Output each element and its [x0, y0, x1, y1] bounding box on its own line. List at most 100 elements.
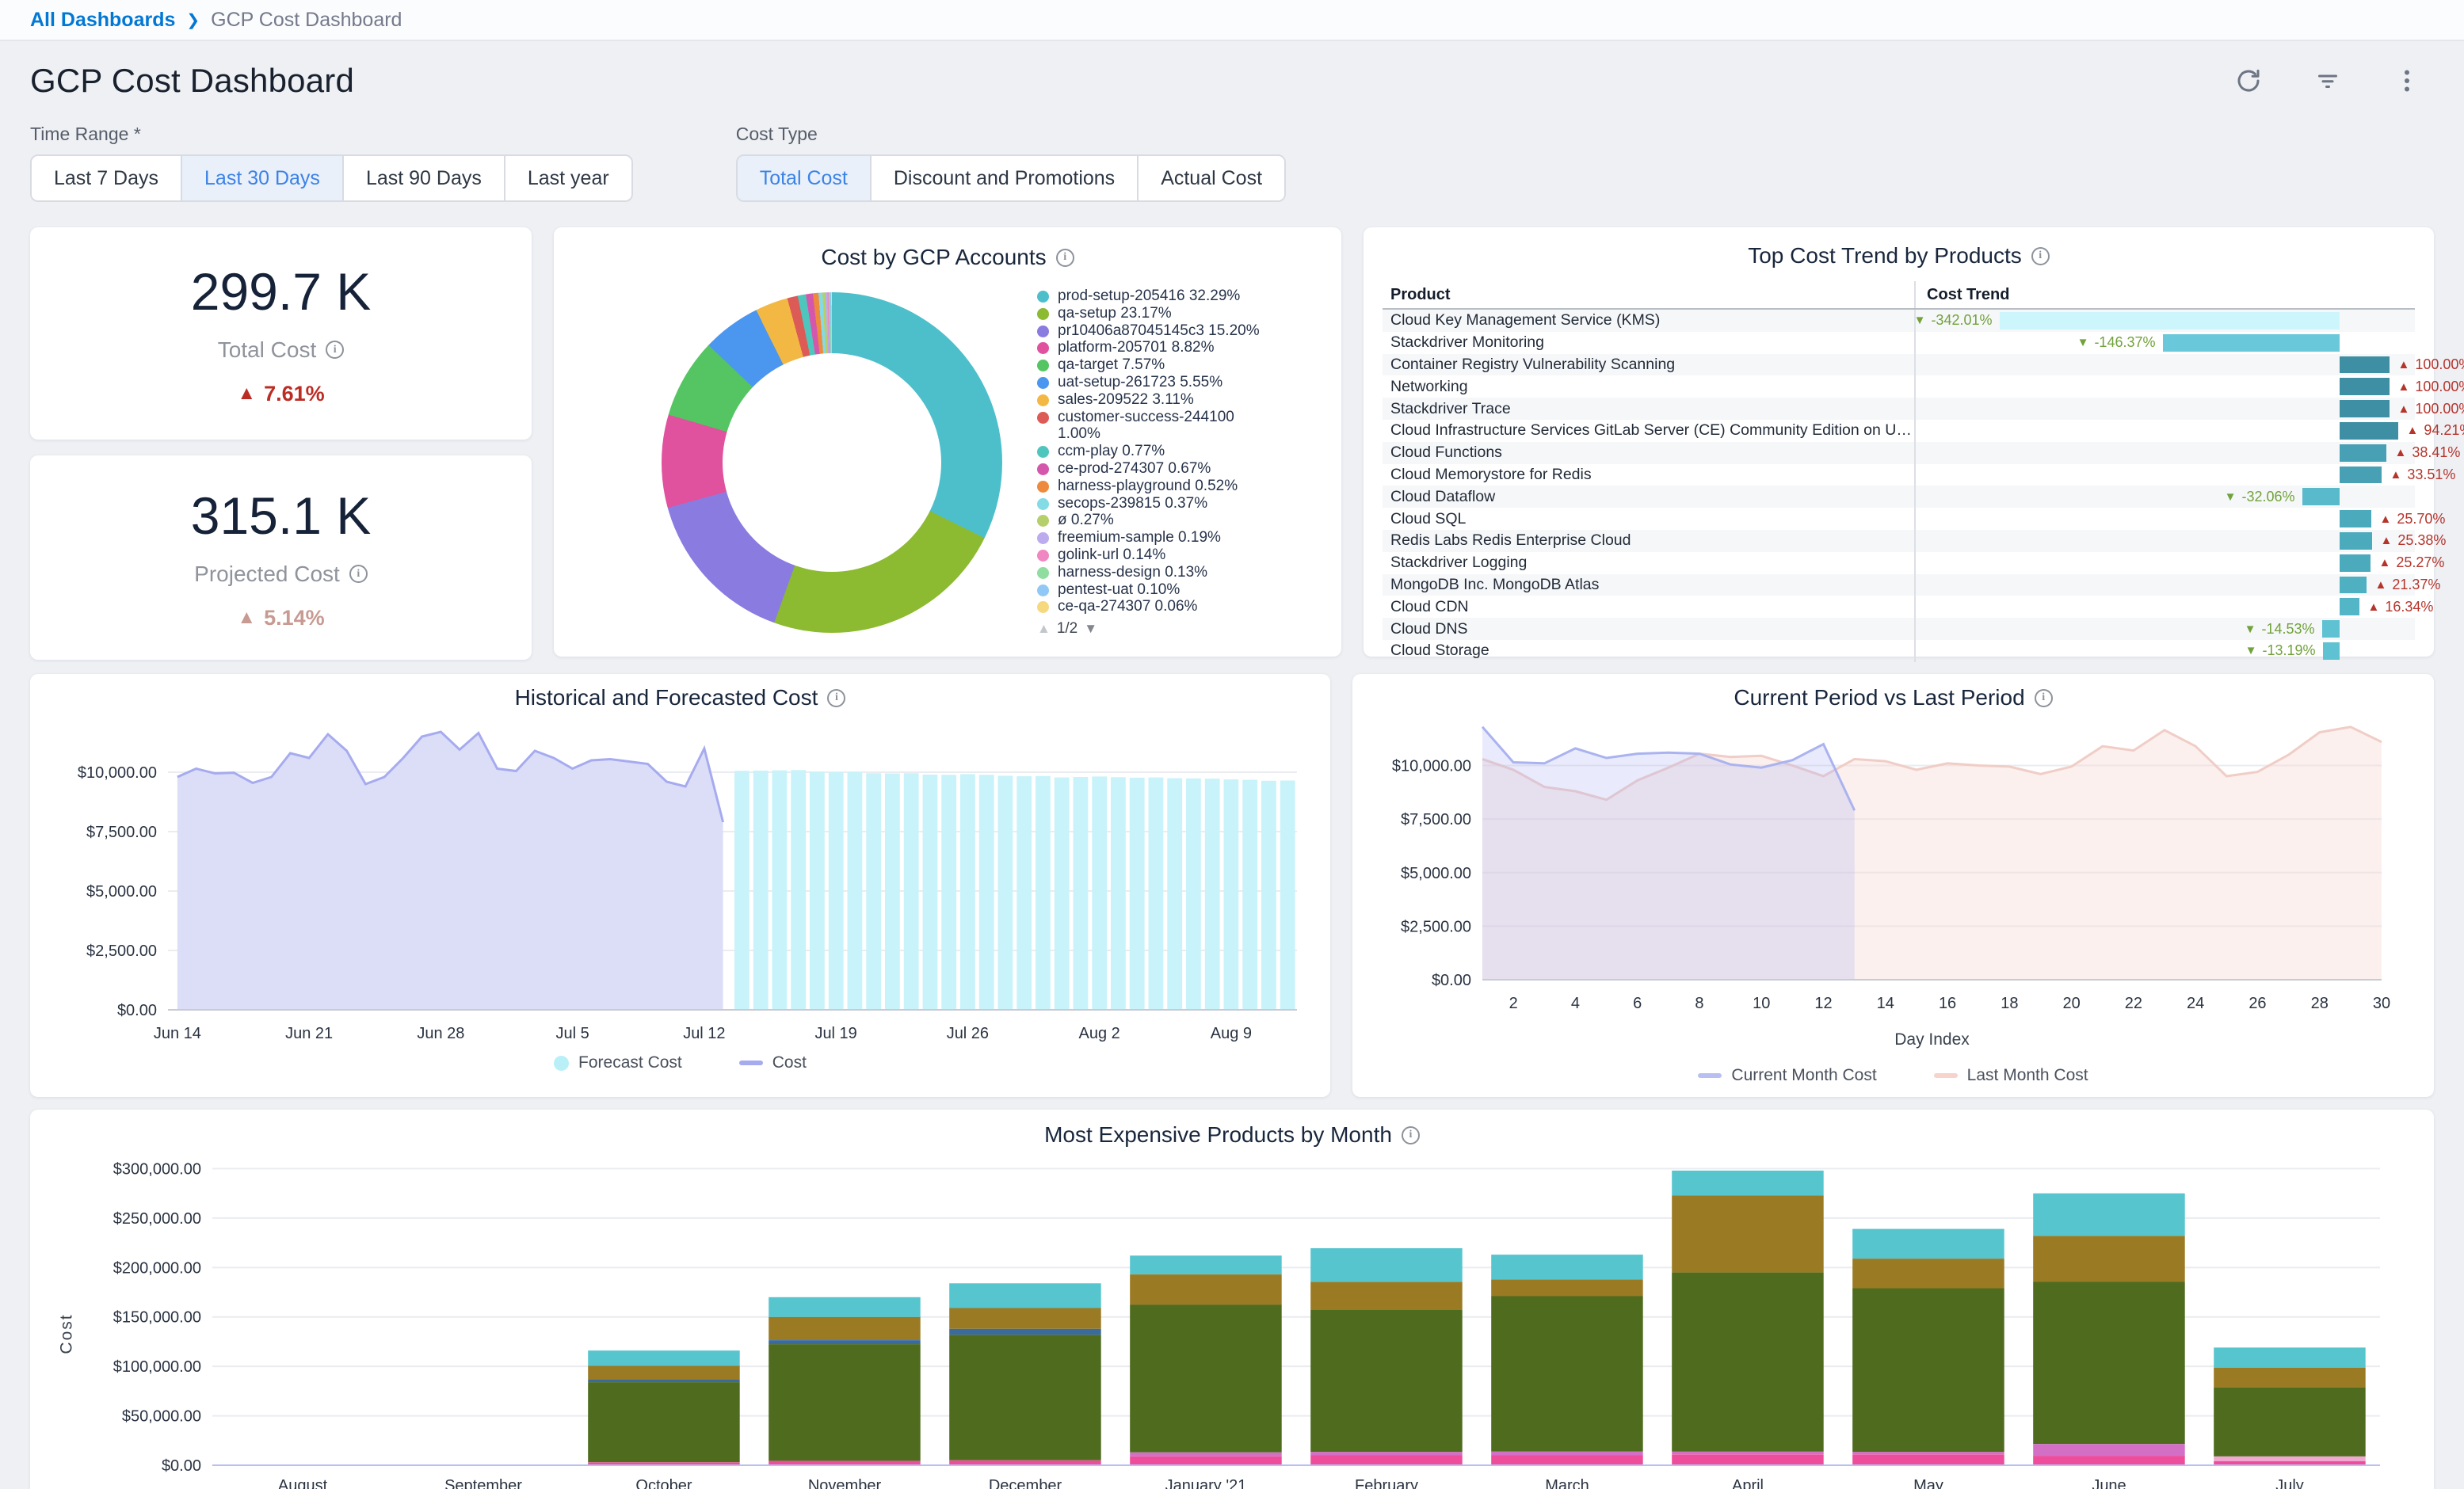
- product-cell[interactable]: Stackdriver Monitoring: [1383, 333, 1914, 352]
- legend-dot-icon: [1037, 567, 1049, 579]
- breadcrumb-all-dashboards-link[interactable]: All Dashboards: [30, 9, 175, 32]
- projected-cost-trend: ▲5.14%: [237, 606, 324, 630]
- time-range-option-last-7-days[interactable]: Last 7 Days: [32, 156, 181, 200]
- legend-item[interactable]: platform-205701 8.82%: [1037, 339, 1283, 356]
- legend-label: ø 0.27%: [1058, 512, 1261, 529]
- table-row: Cloud Memorystore for Redis▲33.51%: [1383, 464, 2415, 486]
- cost-trend-cell: ▲25.27%: [1914, 552, 2415, 574]
- legend-item[interactable]: ccm-play 0.77%: [1037, 443, 1283, 460]
- svg-text:$0.00: $0.00: [1432, 972, 1471, 989]
- legend-item[interactable]: qa-setup 23.17%: [1037, 305, 1283, 322]
- legend-item[interactable]: sales-209522 3.11%: [1037, 391, 1283, 409]
- product-cell[interactable]: Redis Labs Redis Enterprise Cloud: [1383, 531, 1914, 550]
- legend-item[interactable]: pr10406a87045145c3 15.20%: [1037, 322, 1283, 340]
- cost-type-option-actual-cost[interactable]: Actual Cost: [1137, 156, 1284, 200]
- svg-text:24: 24: [2187, 995, 2204, 1012]
- total-cost-trend: ▲7.61%: [237, 382, 324, 406]
- svg-text:May: May: [1913, 1477, 1943, 1489]
- refresh-icon[interactable]: [2234, 67, 2263, 95]
- legend-item[interactable]: ce-qa-274307 0.06%: [1037, 598, 1283, 615]
- product-cell[interactable]: MongoDB Inc. MongoDB Atlas: [1383, 576, 1914, 594]
- trend-bar: [2340, 532, 2372, 550]
- legend-item[interactable]: pentest-uat 0.10%: [1037, 581, 1283, 599]
- legend-page-down-icon[interactable]: [1084, 620, 1097, 638]
- trend-bar: [2163, 334, 2340, 352]
- legend-dot-icon: [1037, 394, 1049, 406]
- cost-trend-cell: ▼-146.37%: [1914, 332, 2415, 354]
- info-icon[interactable]: [326, 341, 344, 359]
- svg-text:6: 6: [1633, 995, 1642, 1012]
- svg-text:Jun 28: Jun 28: [417, 1025, 464, 1042]
- product-cell[interactable]: Container Registry Vulnerability Scannin…: [1383, 356, 1914, 374]
- time-range-option-last-year[interactable]: Last year: [504, 156, 631, 200]
- svg-text:$10,000.00: $10,000.00: [78, 764, 157, 782]
- legend-item[interactable]: ø 0.27%: [1037, 512, 1283, 529]
- product-cell[interactable]: Cloud SQL: [1383, 510, 1914, 528]
- product-cell[interactable]: Cloud Memorystore for Redis: [1383, 466, 1914, 484]
- donut-card-title: Cost by GCP Accounts: [821, 245, 1046, 270]
- cost-trend-cell: ▲25.70%: [1914, 508, 2415, 530]
- legend-item-forecast-cost[interactable]: Forecast Cost: [554, 1053, 682, 1072]
- table-row: Container Registry Vulnerability Scannin…: [1383, 354, 2415, 376]
- legend-item[interactable]: uat-setup-261723 5.55%: [1037, 374, 1283, 391]
- legend-page-up-icon[interactable]: [1037, 620, 1051, 638]
- historical-title: Historical and Forecasted Cost: [515, 685, 818, 710]
- legend-item[interactable]: harness-design 0.13%: [1037, 564, 1283, 581]
- legend-item[interactable]: ce-prod-274307 0.67%: [1037, 460, 1283, 478]
- donut-legend: prod-setup-205416 32.29%qa-setup 23.17%p…: [1037, 288, 1283, 638]
- time-range-option-last-30-days[interactable]: Last 30 Days: [181, 156, 342, 200]
- info-icon[interactable]: [2031, 247, 2050, 265]
- table-row: Cloud Functions▲38.41%: [1383, 442, 2415, 464]
- filter-icon[interactable]: [2313, 67, 2342, 95]
- info-icon[interactable]: [1402, 1126, 1420, 1144]
- legend-label: platform-205701 8.82%: [1058, 339, 1261, 356]
- legend-item[interactable]: qa-target 7.57%: [1037, 356, 1283, 374]
- legend-label: sales-209522 3.11%: [1058, 391, 1261, 409]
- legend-item[interactable]: prod-setup-205416 32.29%: [1037, 288, 1283, 305]
- product-cell[interactable]: Cloud Dataflow: [1383, 488, 1914, 506]
- trend-bar: [2340, 422, 2398, 440]
- product-cell[interactable]: Stackdriver Logging: [1383, 554, 1914, 572]
- svg-text:$2,500.00: $2,500.00: [86, 943, 157, 960]
- legend-item[interactable]: golink-url 0.14%: [1037, 546, 1283, 564]
- info-icon[interactable]: [2035, 689, 2053, 707]
- product-cell[interactable]: Stackdriver Trace: [1383, 400, 1914, 418]
- legend-dot-icon: [1037, 463, 1049, 475]
- legend-item[interactable]: freemium-sample 0.19%: [1037, 529, 1283, 546]
- product-cell[interactable]: Cloud Functions: [1383, 444, 1914, 462]
- product-cell[interactable]: Cloud DNS: [1383, 620, 1914, 638]
- historical-forecast-chart: $0.00$2,500.00$5,000.00$7,500.00$10,000.…: [49, 710, 1311, 1046]
- legend-label: pentest-uat 0.10%: [1058, 581, 1261, 599]
- trend-bar: [2322, 620, 2340, 638]
- cost-trend-cell: ▼-13.19%: [1914, 640, 2415, 662]
- time-range-option-last-90-days[interactable]: Last 90 Days: [342, 156, 504, 200]
- legend-item-last-month-cost[interactable]: Last Month Cost: [1934, 1066, 2088, 1085]
- legend-item-cost[interactable]: Cost: [739, 1053, 807, 1072]
- legend-dot-icon: [1037, 481, 1049, 493]
- legend-item[interactable]: secops-239815 0.37%: [1037, 495, 1283, 512]
- product-cell[interactable]: Cloud CDN: [1383, 598, 1914, 616]
- legend-item-current-month-cost[interactable]: Current Month Cost: [1698, 1066, 1876, 1085]
- cost-type-option-total-cost[interactable]: Total Cost: [738, 156, 870, 200]
- product-cell[interactable]: Networking: [1383, 378, 1914, 396]
- legend-item[interactable]: harness-playground 0.52%: [1037, 478, 1283, 495]
- cost-type-filter: Cost Type Total CostDiscount and Promoti…: [736, 124, 1286, 202]
- trend-table-title: Top Cost Trend by Products: [1748, 243, 2022, 268]
- svg-text:Day Index: Day Index: [1894, 1030, 1970, 1049]
- monthly-title: Most Expensive Products by Month: [1044, 1122, 1392, 1148]
- product-cell[interactable]: Cloud Key Management Service (KMS): [1383, 311, 1914, 329]
- column-header-product[interactable]: Product: [1383, 286, 1914, 304]
- info-icon[interactable]: [1056, 249, 1074, 267]
- svg-text:Aug 2: Aug 2: [1078, 1025, 1119, 1042]
- cost-type-option-discount-and-promotions[interactable]: Discount and Promotions: [870, 156, 1137, 200]
- time-range-button-group: Last 7 DaysLast 30 DaysLast 90 DaysLast …: [30, 154, 633, 202]
- kebab-menu-icon[interactable]: [2393, 67, 2421, 95]
- info-icon[interactable]: [827, 689, 845, 707]
- info-icon[interactable]: [349, 565, 368, 583]
- trend-percent: ▼-146.37%: [2077, 332, 2156, 354]
- column-header-cost-trend[interactable]: Cost Trend: [1914, 281, 2415, 308]
- legend-item[interactable]: customer-success-244100 1.00%: [1037, 409, 1283, 444]
- product-cell[interactable]: Cloud Infrastructure Services GitLab Ser…: [1383, 421, 1914, 440]
- product-cell[interactable]: Cloud Storage: [1383, 642, 1914, 660]
- legend-label: uat-setup-261723 5.55%: [1058, 374, 1261, 391]
